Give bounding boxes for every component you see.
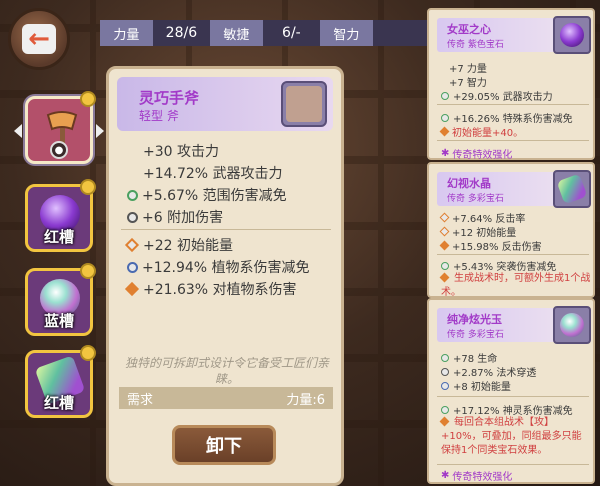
equip-slot-red-1[interactable]: 红槽 [25,179,96,252]
item-type: 轻型 斧 [139,109,179,123]
stat-label-intelligence: 智力 [320,20,373,46]
gem-stat: +15.98% 反击伤害 [439,238,542,253]
divider [121,229,331,230]
stat-label-agility: 敏捷 [210,20,263,46]
lock-icon: ● [50,141,68,159]
equip-slot-red-2[interactable]: 红槽 [25,345,96,418]
requirement-label: 需求 [127,392,154,408]
gem-stat: 初始能量+40。 [439,124,523,139]
gem-stat: +12 初始能量 [439,224,516,239]
stat-line: +22 初始能量 [124,235,233,255]
stats-bar: 力量 28/6 敏捷 6/- 智力 [100,20,430,46]
stat-line: +12.94% 植物系伤害减免 [127,257,310,277]
blue-socket-icon [127,261,138,273]
stat-value-strength: 28/6 [152,20,210,46]
gray-socket-icon [127,211,138,223]
gem-stat: +5.43% 突袭伤害减免 [441,258,556,273]
item-detail-card: 灵巧手斧 轻型 斧 +30 攻击力 +14.72% 武器攻击力 +5.67% 范… [106,66,344,486]
item-name: 灵巧手斧 [139,89,200,107]
gem-type: 传奇 紫色宝石 [447,40,504,50]
unequip-button[interactable]: 卸下 [172,425,276,465]
gem-header: 纯净炫光玉 传奇 多彩宝石 [437,306,591,344]
stat-line: +30 攻击力 [143,144,219,160]
gem-footer: ✱ 传奇特效强化 [441,148,513,161]
slot-label: 红槽 [43,228,74,246]
gem-type: 传奇 多彩宝石 [447,194,504,204]
gem-footer: ✱ 传奇特效强化 [441,470,513,483]
back-button[interactable]: ← [8,8,70,70]
crystal-gem-icon [553,170,591,208]
gem-stat: +8 初始能量 [441,378,511,393]
gem-card: 女巫之心 传奇 紫色宝石 +7 力量 +7 智力 +29.05% 武器攻击力 +… [427,8,595,161]
slot-label: 蓝槽 [43,312,74,330]
axe-icon [281,81,327,127]
next-arrow-icon[interactable] [96,124,104,138]
gem-stat: +16.26% 特殊系伤害减免 [441,110,573,125]
divider [437,464,589,465]
flavor-text: 独特的可拆卸式设计令它备受工匠们亲睐。 [124,356,329,386]
item-header: 灵巧手斧 轻型 斧 [117,77,333,131]
stat-line: +5.67% 范围伤害减免 [127,185,287,205]
gem-stat: +7.64% 反击率 [439,210,525,225]
diamond-icon [124,237,140,253]
requirement-bar: 需求 力量:6 [119,387,333,409]
gem-stat: +7 智力 [449,78,487,89]
gem-stat: +17.12% 神灵系伤害减免 [441,402,573,417]
gem-name: 纯净炫光玉 [447,313,502,326]
key-icon [80,179,96,195]
key-icon [80,91,96,107]
divider [437,254,589,255]
gem-stat: +2.87% 法术穿透 [441,364,536,379]
gem-header: 幻视水晶 传奇 多彩宝石 [437,170,591,208]
stat-line: +6 附加伤害 [127,207,223,227]
gem-stat: +78 生命 [441,350,497,365]
equip-slot-blue[interactable]: 蓝槽 [25,263,96,336]
key-icon [80,345,96,361]
equip-slot-weapon[interactable]: ● [25,91,96,164]
stat-label-strength: 力量 [100,20,153,46]
gem-effect: 生成战术时，可额外生成1个战术。 [439,272,591,298]
gem-header: 女巫之心 传奇 紫色宝石 [437,16,591,54]
divider [437,104,589,105]
stat-value-agility: 6/- [262,20,320,46]
rainbow-gem-icon [553,306,591,344]
requirement-value: 力量:6 [286,392,325,408]
gem-card: 纯净炫光玉 传奇 多彩宝石 +78 生命 +2.87% 法术穿透 +8 初始能量… [427,298,595,484]
gem-type: 传奇 多彩宝石 [447,330,504,340]
stat-line: +21.63% 对植物系伤害 [124,279,297,299]
green-socket-icon [127,189,138,201]
stat-value-intelligence [372,20,430,46]
gem-effect: 每回合本组战术【攻】+10%，可叠加，同组最多只能保持1个同类宝石效果。 [439,416,582,456]
orange-diamond-icon [124,281,140,297]
purple-gem-icon [553,16,591,54]
divider [437,140,589,141]
prev-arrow-icon[interactable] [14,124,22,138]
back-arrow-icon: ← [22,24,56,54]
stat-line: +14.72% 武器攻击力 [143,166,283,182]
gem-card: 幻视水晶 传奇 多彩宝石 +7.64% 反击率 +12 初始能量 +15.98%… [427,162,595,298]
gem-name: 幻视水晶 [447,177,491,190]
gem-name: 女巫之心 [447,23,491,36]
gem-stat: +29.05% 武器攻击力 [441,88,553,103]
gem-stat: +7 力量 [449,64,487,75]
divider [437,396,589,397]
key-icon [80,263,96,279]
slot-label: 红槽 [43,394,74,412]
